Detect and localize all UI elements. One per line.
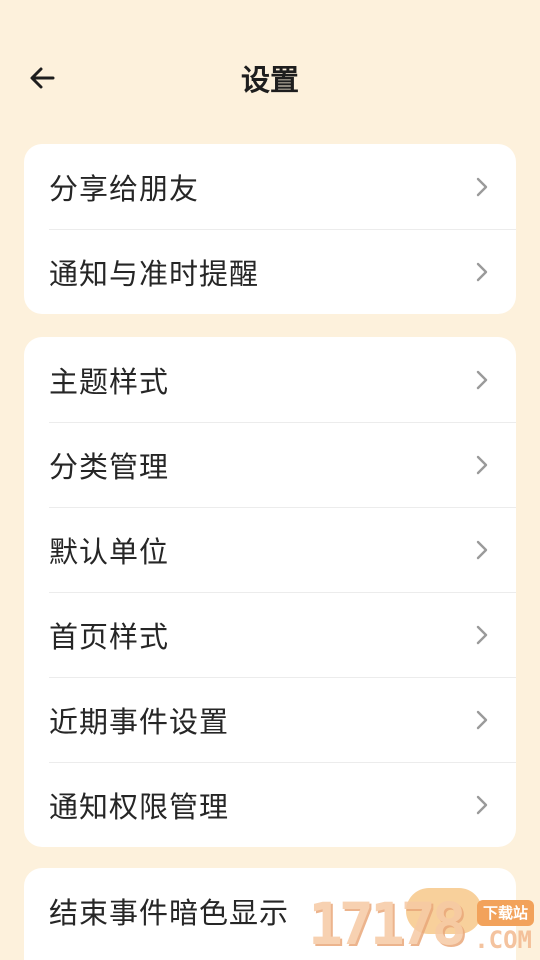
share-to-friends-row[interactable]: 分享给朋友: [24, 144, 516, 229]
row-label: 分享给朋友: [49, 171, 200, 206]
category-management-row[interactable]: 分类管理: [24, 422, 516, 507]
chevron-right-icon: [474, 454, 490, 476]
notification-reminder-row[interactable]: 通知与准时提醒: [24, 229, 516, 314]
chevron-right-icon: [474, 176, 490, 198]
default-unit-row[interactable]: 默认单位: [24, 507, 516, 592]
top-bar: 设置: [0, 0, 540, 140]
recent-events-settings-row[interactable]: 近期事件设置: [24, 677, 516, 762]
chevron-right-icon: [474, 794, 490, 816]
row-label: 主题样式: [49, 364, 170, 399]
row-label: 通知权限管理: [49, 789, 230, 824]
row-label: 结束事件暗色显示: [49, 895, 290, 930]
chevron-right-icon: [474, 369, 490, 391]
settings-group-preferences: 主题样式 分类管理 默认单位 首页样式 近期事件设置 通知权限管理: [24, 337, 516, 847]
row-label: 首页样式: [49, 619, 170, 654]
chevron-right-icon: [474, 539, 490, 561]
chevron-right-icon: [474, 261, 490, 283]
home-style-row[interactable]: 首页样式: [24, 592, 516, 677]
settings-group-share: 分享给朋友 通知与准时提醒: [24, 144, 516, 314]
chevron-right-icon: [474, 624, 490, 646]
notification-permission-row[interactable]: 通知权限管理: [24, 762, 516, 847]
row-label: 通知与准时提醒: [49, 256, 260, 291]
row-label: 分类管理: [49, 449, 170, 484]
ended-events-dark-row[interactable]: 结束事件暗色显示: [24, 868, 516, 953]
settings-group-display: 结束事件暗色显示: [24, 868, 516, 960]
settings-screen: 设置 分享给朋友 通知与准时提醒 主题样式 分类管理 默认单位 首页样式 近期事…: [0, 0, 540, 960]
page-title: 设置: [240, 63, 299, 97]
theme-style-row[interactable]: 主题样式: [24, 337, 516, 422]
chevron-right-icon: [474, 709, 490, 731]
row-label: 近期事件设置: [49, 704, 230, 739]
row-label: 默认单位: [49, 534, 170, 569]
